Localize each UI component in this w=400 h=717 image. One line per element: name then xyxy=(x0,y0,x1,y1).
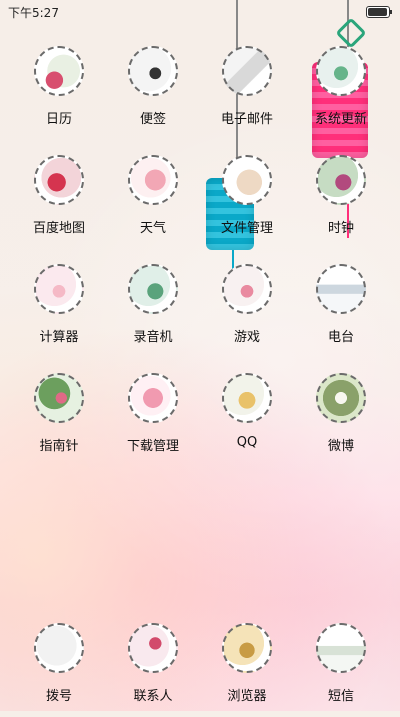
dock-label: 浏览器 xyxy=(227,689,267,704)
file-manager-icon xyxy=(222,155,272,205)
app-clock[interactable]: 时钟 xyxy=(294,155,388,249)
app-baidu-map[interactable]: 百度地图 xyxy=(12,155,106,249)
dock-dialer[interactable]: 拨号 xyxy=(12,623,106,717)
dock-label: 拨号 xyxy=(45,689,72,704)
dock-label: 短信 xyxy=(327,689,354,704)
app-system-update[interactable]: 系统更新 xyxy=(294,46,388,140)
dialer-icon xyxy=(34,623,84,673)
app-qq[interactable]: QQ xyxy=(200,373,294,467)
app-label: 系统更新 xyxy=(314,112,367,127)
app-label: 指南针 xyxy=(39,439,79,454)
radio-icon xyxy=(316,264,366,314)
baidu-map-icon xyxy=(34,155,84,205)
app-label: 便签 xyxy=(139,112,166,127)
app-downloads[interactable]: 下载管理 xyxy=(106,373,200,467)
app-email[interactable]: 电子邮件 xyxy=(200,46,294,140)
app-weather[interactable]: 天气 xyxy=(106,155,200,249)
app-compass[interactable]: 指南针 xyxy=(12,373,106,467)
email-icon xyxy=(222,46,272,96)
app-file-manager[interactable]: 文件管理 xyxy=(200,155,294,249)
app-calendar[interactable]: 日历 xyxy=(12,46,106,140)
compass-icon xyxy=(34,373,84,423)
qq-icon xyxy=(222,373,272,423)
dock-sms[interactable]: 短信 xyxy=(294,623,388,717)
app-label: QQ xyxy=(236,435,258,450)
calendar-icon xyxy=(34,46,84,96)
dock-contacts[interactable]: 联系人 xyxy=(106,623,200,717)
app-label: 百度地图 xyxy=(32,221,85,236)
system-update-icon xyxy=(316,46,366,96)
home-screen-grid: 日历 便签 电子邮件 系统更新 百度地图 天气 文件管理 时钟 计算器 录音机 … xyxy=(0,0,400,711)
weather-icon xyxy=(128,155,178,205)
app-games[interactable]: 游戏 xyxy=(200,264,294,358)
app-recorder[interactable]: 录音机 xyxy=(106,264,200,358)
notes-icon xyxy=(128,46,178,96)
app-label: 电台 xyxy=(327,330,354,345)
calculator-icon xyxy=(34,264,84,314)
app-label: 日历 xyxy=(45,112,72,127)
app-label: 电子邮件 xyxy=(220,112,273,127)
app-notes[interactable]: 便签 xyxy=(106,46,200,140)
app-label: 文件管理 xyxy=(220,221,273,236)
games-icon xyxy=(222,264,272,314)
app-radio[interactable]: 电台 xyxy=(294,264,388,358)
app-label: 微博 xyxy=(327,439,354,454)
browser-icon xyxy=(222,623,272,673)
dock-label: 联系人 xyxy=(133,689,173,704)
clock-icon xyxy=(316,155,366,205)
app-weibo[interactable]: 微博 xyxy=(294,373,388,467)
app-label: 天气 xyxy=(139,221,166,236)
recorder-icon xyxy=(128,264,178,314)
app-label: 游戏 xyxy=(233,330,260,345)
contacts-icon xyxy=(128,623,178,673)
dock-browser[interactable]: 浏览器 xyxy=(200,623,294,717)
sms-icon xyxy=(316,623,366,673)
app-label: 计算器 xyxy=(39,330,79,345)
weibo-icon xyxy=(316,373,366,423)
app-label: 时钟 xyxy=(327,221,354,236)
downloads-icon xyxy=(128,373,178,423)
app-label: 录音机 xyxy=(133,330,173,345)
app-calculator[interactable]: 计算器 xyxy=(12,264,106,358)
app-label: 下载管理 xyxy=(126,439,179,454)
